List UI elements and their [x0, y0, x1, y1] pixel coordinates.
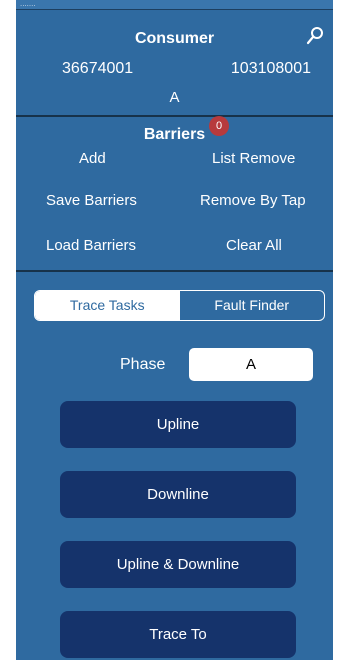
save-barriers-button[interactable]: Save Barriers — [46, 192, 137, 209]
trace-mode-tabs: Trace Tasks Fault Finder — [34, 290, 325, 321]
load-barriers-button[interactable]: Load Barriers — [46, 237, 136, 254]
clear-all-button[interactable]: Clear All — [226, 237, 282, 254]
divider — [16, 270, 333, 272]
phase-select[interactable]: A — [189, 348, 313, 381]
trace-to-button[interactable]: Trace To — [60, 611, 296, 658]
consumer-id-left: 36674001 — [62, 60, 134, 77]
search-icon[interactable] — [303, 24, 327, 48]
consumer-title: Consumer — [134, 30, 215, 47]
remove-by-tap-button[interactable]: Remove By Tap — [200, 192, 306, 209]
barriers-section: Barriers 0 Add List Remove Save Barriers… — [16, 116, 333, 270]
barrier-count-badge: 0 — [209, 116, 229, 136]
barriers-title: Barriers — [143, 126, 206, 143]
tab-trace-tasks[interactable]: Trace Tasks — [35, 291, 180, 320]
add-barrier-button[interactable]: Add — [79, 150, 106, 167]
tab-fault-finder[interactable]: Fault Finder — [180, 291, 325, 320]
consumer-section: Consumer 36674001 103108001 A — [16, 10, 333, 114]
top-strip: ....... — [16, 0, 333, 10]
consumer-id-right: 103108001 — [230, 60, 311, 77]
consumer-phase: A — [169, 89, 180, 106]
upline-downline-button[interactable]: Upline & Downline — [60, 541, 296, 588]
trace-panel: ....... Consumer 36674001 103108001 A Ba… — [16, 0, 333, 660]
upline-button[interactable]: Upline — [60, 401, 296, 448]
downline-button[interactable]: Downline — [60, 471, 296, 518]
list-remove-button[interactable]: List Remove — [212, 150, 295, 167]
phase-label: Phase — [120, 356, 166, 373]
